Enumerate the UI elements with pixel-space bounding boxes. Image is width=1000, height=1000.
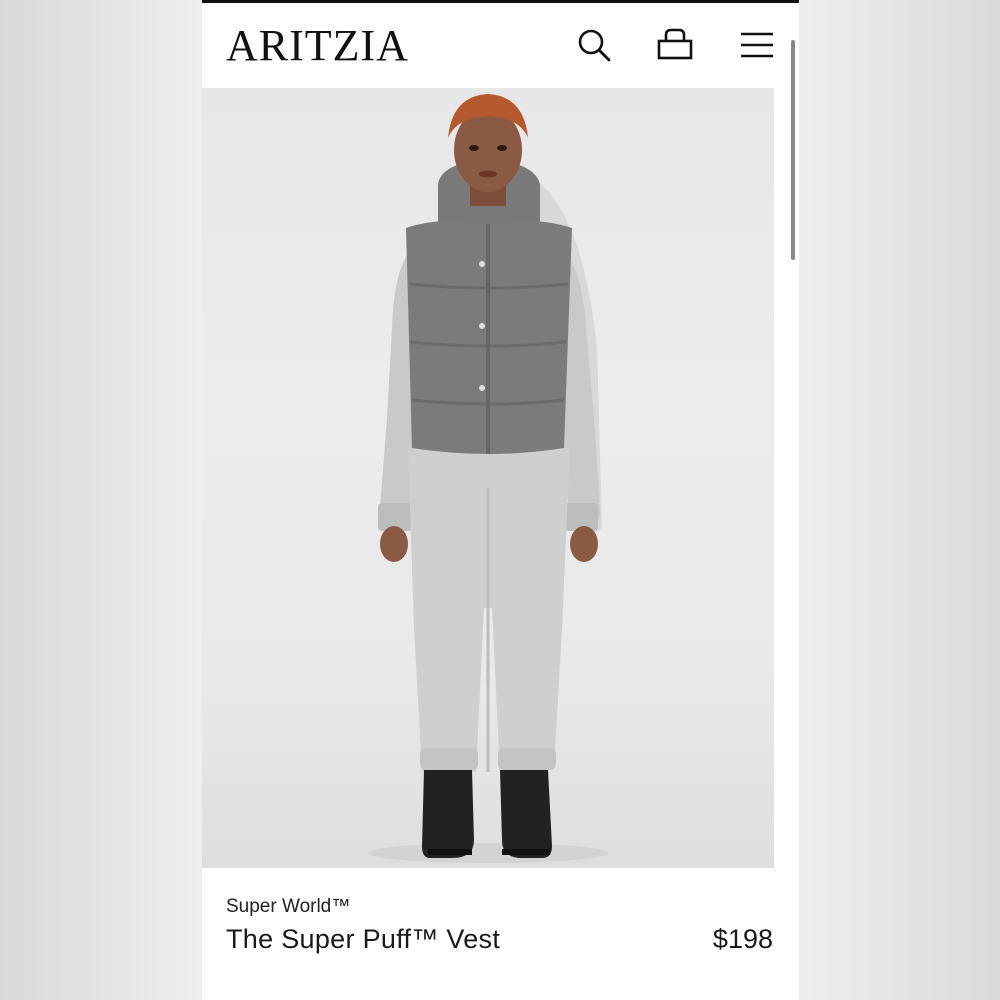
bag-icon[interactable] [657, 27, 693, 63]
page-scrollbar[interactable] [791, 40, 795, 260]
product-image[interactable] [202, 88, 774, 868]
product-name[interactable]: The Super Puff™ Vest [226, 924, 500, 955]
phone-screen: ARITZIA Super World™ The Super Puff™ Ves… [202, 0, 799, 1000]
product-price: $198 [712, 924, 773, 954]
product-brand[interactable]: Super World™ [226, 896, 350, 918]
model-photo [368, 94, 608, 863]
product-info[interactable]: Super World™ The Super Puff™ Vest $198 [202, 868, 799, 1000]
search-icon[interactable] [576, 27, 612, 63]
menu-icon[interactable] [739, 27, 775, 63]
aritzia-logo[interactable]: ARITZIA [226, 21, 409, 71]
site-header: ARITZIA [202, 0, 799, 88]
